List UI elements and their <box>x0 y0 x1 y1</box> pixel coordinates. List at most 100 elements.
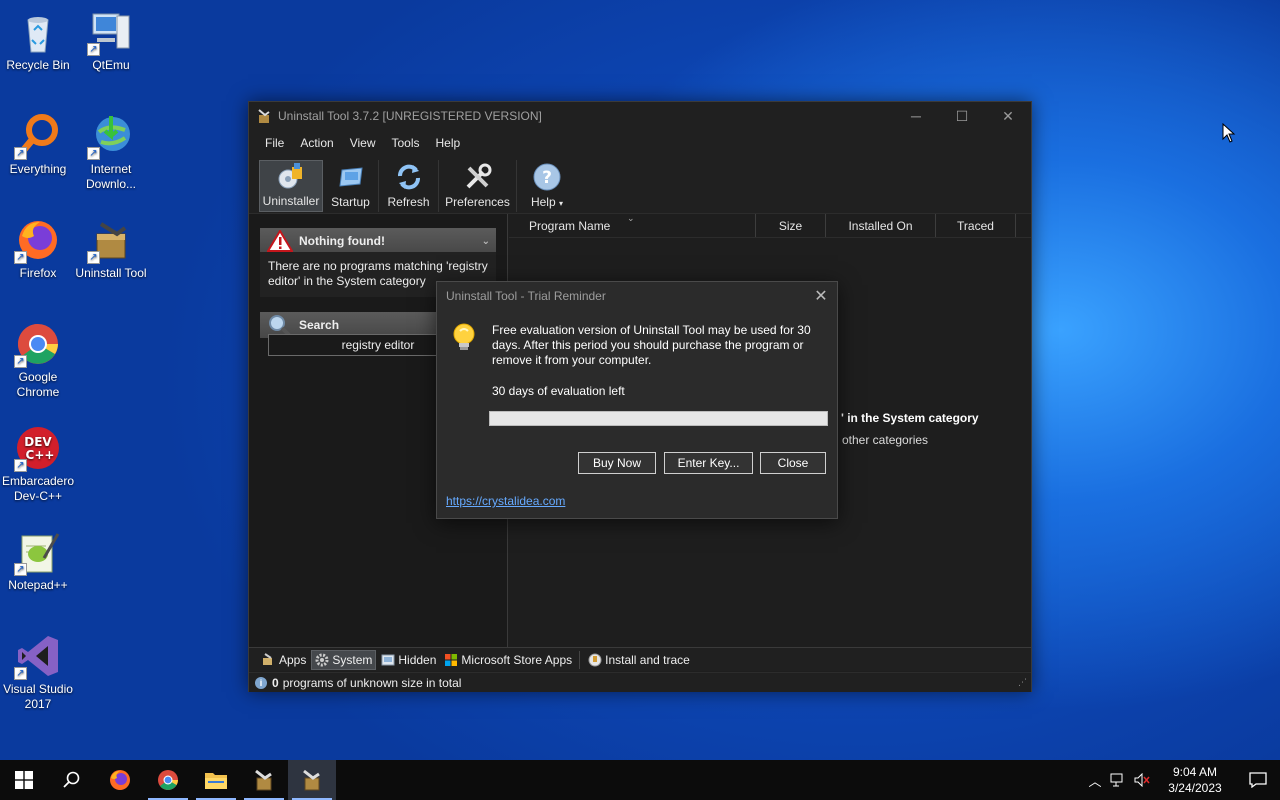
desktop-icon-notepadpp[interactable]: ↗ Notepad++ <box>0 528 76 593</box>
globe-download-icon: ↗ <box>87 112 135 160</box>
network-icon[interactable] <box>1106 773 1130 787</box>
preferences-button[interactable]: Preferences <box>439 160 517 212</box>
dialog-message: Free evaluation version of Uninstall Too… <box>492 323 811 367</box>
taskbar-chrome[interactable] <box>144 760 192 800</box>
crystalidea-link[interactable]: https://crystalidea.com <box>446 494 565 508</box>
chrome-icon <box>158 770 178 790</box>
sort-arrow-icon: ⌄ <box>627 213 635 223</box>
desktop-icon-everything[interactable]: ↗ Everything <box>0 112 76 177</box>
recycle-bin-icon <box>14 8 62 56</box>
taskbar-file-explorer[interactable] <box>192 760 240 800</box>
shortcut-arrow-icon: ↗ <box>87 43 100 56</box>
toolbar: Uninstaller Startup Refresh Preferences … <box>249 156 1031 214</box>
window-titlebar[interactable]: Uninstall Tool 3.7.2 [UNREGISTERED VERSI… <box>249 102 1031 130</box>
column-size[interactable]: Size <box>756 214 826 237</box>
close-window-button[interactable]: ✕ <box>985 102 1031 130</box>
install-trace-icon <box>588 653 602 666</box>
evaluation-days-left: 30 days of evaluation left <box>492 384 625 398</box>
buy-now-button[interactable]: Buy Now <box>578 452 656 474</box>
notepadpp-icon: ↗ <box>14 528 62 576</box>
shortcut-arrow-icon: ↗ <box>14 355 27 368</box>
column-installed-on[interactable]: Installed On <box>826 214 936 237</box>
uninstaller-label: Uninstaller <box>262 194 320 208</box>
close-button[interactable]: Close <box>760 452 826 474</box>
menu-file[interactable]: File <box>257 136 292 150</box>
mouse-cursor-icon <box>1222 122 1236 146</box>
shortcut-arrow-icon: ↗ <box>14 147 27 160</box>
refresh-icon <box>397 164 420 190</box>
statusbar: i 0 programs of unknown size in total ⋰ <box>249 672 1031 692</box>
desktop-icon-uninstall-tool[interactable]: ↗ Uninstall Tool <box>73 216 149 281</box>
volume-muted-icon[interactable] <box>1130 773 1154 787</box>
dialog-title: Uninstall Tool - Trial Reminder <box>446 289 606 303</box>
desktop-icon-embarcadero[interactable]: DEV C++ ↗ Embarcadero Dev-C++ <box>0 424 76 504</box>
dialog-titlebar[interactable]: Uninstall Tool - Trial Reminder ✕ <box>437 282 837 310</box>
desktop-icon-label: Recycle Bin <box>6 58 70 72</box>
nothing-found-header[interactable]: Nothing found! ⌄ <box>260 228 496 254</box>
show-hidden-icons-chevron-icon[interactable]: ︿ <box>1084 771 1106 790</box>
desktop-icon-label: Uninstall Tool <box>75 266 147 280</box>
desktop-icon-firefox[interactable]: ↗ Firefox <box>0 216 76 281</box>
desktop-icon-label: Visual Studio 2017 <box>3 682 73 711</box>
desktop-icon-label: Everything <box>9 162 67 176</box>
shortcut-arrow-icon: ↗ <box>87 251 100 264</box>
uninstall-tool-icon <box>255 769 272 791</box>
gear-icon <box>315 653 329 666</box>
list-header: Program Name ⌄ Size Installed On Traced <box>509 213 1031 238</box>
resize-grip-icon[interactable]: ⋰ <box>1018 677 1027 688</box>
tab-microsoft-store[interactable]: Microsoft Store Apps <box>441 650 575 670</box>
menu-view[interactable]: View <box>342 136 384 150</box>
apps-icon <box>263 652 272 665</box>
refresh-button[interactable]: Refresh <box>379 160 439 212</box>
uninstaller-icon <box>278 163 302 189</box>
close-icon: ✕ <box>1002 107 1014 124</box>
enter-key-button[interactable]: Enter Key... <box>664 452 753 474</box>
uninstall-tool-icon <box>256 108 272 124</box>
desktop-icon-internet-download[interactable]: ↗ Internet Downlo... <box>73 112 149 192</box>
menu-action[interactable]: Action <box>292 136 341 150</box>
desktop-icon-visual-studio[interactable]: ↗ Visual Studio 2017 <box>0 632 76 712</box>
dialog-close-button[interactable]: ✕ <box>805 286 837 306</box>
menu-tools[interactable]: Tools <box>384 136 428 150</box>
clock-date: 3/24/2023 <box>1168 781 1222 795</box>
tab-system[interactable]: System <box>311 649 377 670</box>
menu-help[interactable]: Help <box>428 136 469 150</box>
tab-apps[interactable]: Apps <box>259 650 309 670</box>
startup-button[interactable]: Startup <box>323 160 379 212</box>
column-traced[interactable]: Traced <box>936 214 1016 237</box>
dropdown-arrow-icon: ▾ <box>559 199 564 208</box>
column-program-name[interactable]: Program Name ⌄ <box>509 213 756 237</box>
help-button[interactable]: ? Help ▾ <box>517 160 577 212</box>
tab-divider <box>579 650 581 669</box>
maximize-button[interactable]: ☐ <box>939 102 985 130</box>
visual-studio-icon: ↗ <box>14 632 62 680</box>
start-button[interactable] <box>0 760 48 800</box>
taskbar-uninstall-tool-1[interactable] <box>240 760 288 800</box>
taskbar: ︿ 9:04 AM 3/24/2023 <box>0 760 1280 800</box>
desktop-icon-qtemu[interactable]: ↗ QtEmu <box>73 8 149 73</box>
system-tray: ︿ 9:04 AM 3/24/2023 <box>1084 760 1280 800</box>
tab-install-and-trace[interactable]: Install and trace <box>585 650 693 670</box>
desktop-icon-recycle-bin[interactable]: Recycle Bin <box>0 8 76 73</box>
svg-text:DEV: DEV <box>24 435 52 449</box>
trial-reminder-dialog[interactable]: Uninstall Tool - Trial Reminder ✕ Free e… <box>436 281 838 519</box>
minimize-button[interactable]: ─ <box>893 102 939 130</box>
empty-list-hint: other categories <box>842 433 929 447</box>
desktop-icon-label: Internet Downlo... <box>85 162 137 191</box>
taskbar-firefox[interactable] <box>96 760 144 800</box>
hidden-icon <box>381 654 395 665</box>
notifications-button[interactable] <box>1236 772 1280 788</box>
uninstaller-button[interactable]: Uninstaller <box>259 160 323 212</box>
clock[interactable]: 9:04 AM 3/24/2023 <box>1160 764 1230 796</box>
maximize-icon: ☐ <box>955 107 969 124</box>
tab-hidden[interactable]: Hidden <box>378 650 439 670</box>
taskbar-search-button[interactable] <box>48 760 96 800</box>
folder-icon <box>205 773 227 789</box>
warning-icon <box>267 230 293 252</box>
chrome-icon: ↗ <box>14 320 62 368</box>
taskbar-uninstall-tool-2[interactable] <box>288 760 336 800</box>
firefox-icon: ↗ <box>14 216 62 264</box>
startup-label: Startup <box>331 195 370 209</box>
desktop-icon-google-chrome[interactable]: ↗ Google Chrome <box>0 320 76 400</box>
collapse-chevron-icon[interactable]: ⌄ <box>482 236 490 247</box>
